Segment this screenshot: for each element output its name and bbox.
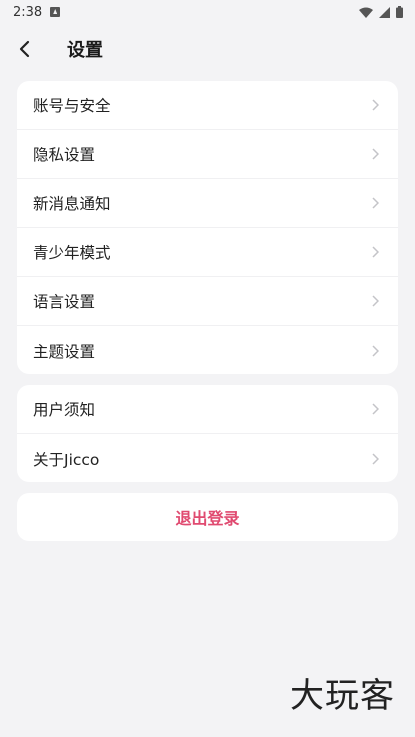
back-arrow-icon: [19, 40, 30, 58]
signal-icon: [379, 6, 390, 18]
chevron-right-icon: [369, 344, 381, 357]
settings-item-label: 语言设置: [33, 293, 96, 311]
settings-group-about: 用户须知 关于Jicco: [17, 385, 398, 482]
wifi-icon: [359, 7, 373, 18]
chevron-right-icon: [369, 403, 381, 415]
settings-item-youth-mode[interactable]: 青少年模式: [17, 228, 398, 277]
chevron-right-icon: [369, 295, 381, 307]
settings-item-notifications[interactable]: 新消息通知: [17, 179, 398, 228]
logout-card: 退出登录: [17, 493, 398, 541]
page-title: 设置: [67, 40, 103, 61]
logout-label: 退出登录: [175, 509, 240, 528]
settings-item-label: 青少年模式: [33, 244, 111, 262]
settings-item-label: 用户须知: [33, 401, 96, 419]
settings-item-privacy[interactable]: 隐私设置: [17, 130, 398, 179]
header: 设置: [0, 28, 415, 70]
settings-group-main: 账号与安全 隐私设置 新消息通知 青少年模式 语言设置 主题设置: [17, 81, 398, 374]
notification-icon: [50, 7, 61, 17]
settings-item-label: 主题设置: [33, 342, 96, 361]
chevron-right-icon: [369, 452, 381, 465]
back-button[interactable]: [3, 28, 47, 70]
watermark-logo: 大玩客: [290, 676, 395, 716]
chevron-right-icon: [369, 246, 381, 258]
chevron-right-icon: [369, 197, 381, 209]
settings-item-label: 新消息通知: [33, 195, 111, 213]
settings-item-label: 隐私设置: [33, 146, 96, 164]
chevron-right-icon: [369, 148, 381, 160]
settings-item-user-notice[interactable]: 用户须知: [17, 385, 398, 434]
settings-item-language[interactable]: 语言设置: [17, 277, 398, 326]
settings-item-label: 关于Jicco: [33, 450, 100, 469]
chevron-right-icon: [369, 99, 381, 111]
status-time: 2:38: [13, 4, 43, 20]
settings-item-account-security[interactable]: 账号与安全: [17, 81, 398, 130]
status-bar: 2:38: [0, 0, 415, 24]
battery-icon: [396, 6, 403, 18]
logout-button[interactable]: 退出登录: [17, 493, 398, 541]
settings-item-label: 账号与安全: [33, 97, 111, 115]
settings-item-theme[interactable]: 主题设置: [17, 326, 398, 374]
settings-item-about[interactable]: 关于Jicco: [17, 434, 398, 482]
